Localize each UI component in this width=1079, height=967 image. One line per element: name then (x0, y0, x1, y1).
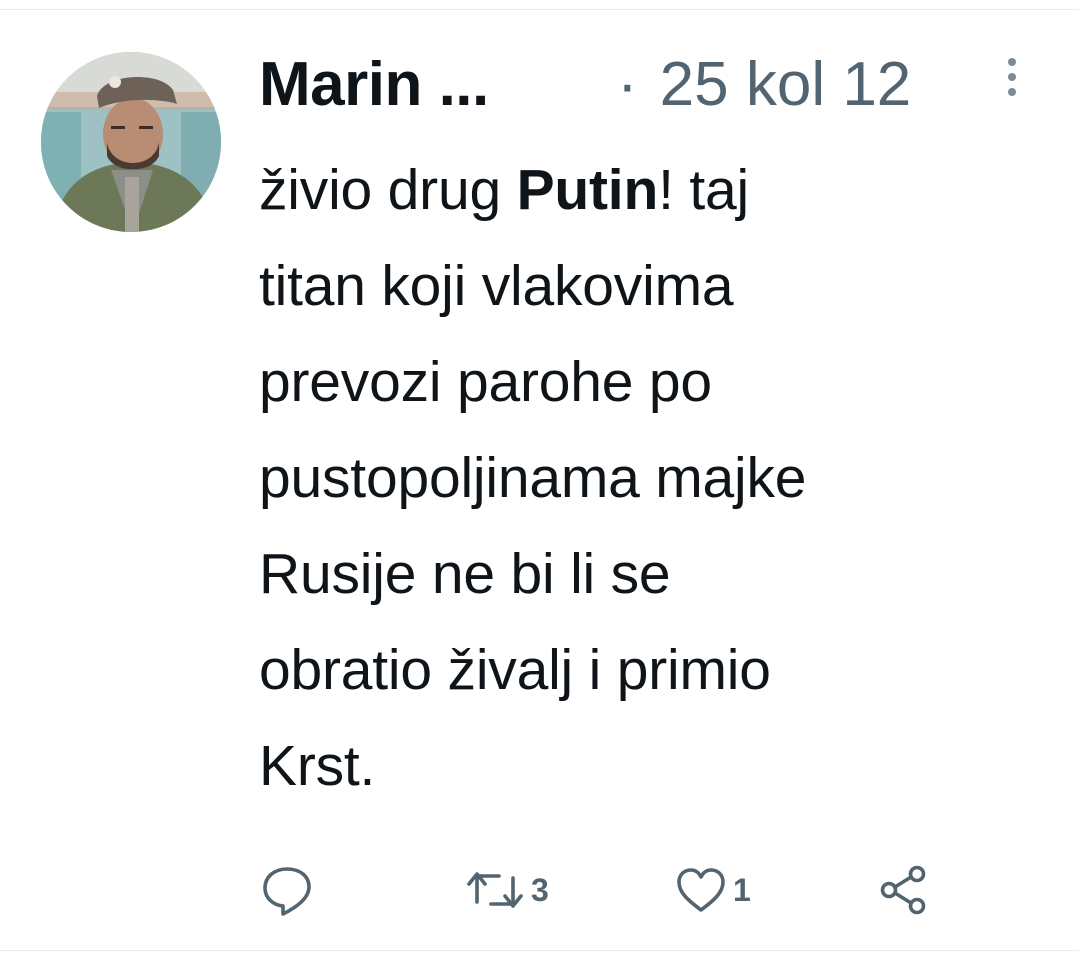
tweet-text-line: Krst. (259, 734, 376, 798)
reply-button[interactable] (259, 858, 319, 922)
mention-bold: Putin (516, 158, 659, 222)
heart-icon (677, 868, 725, 912)
top-divider (0, 9, 1079, 10)
tweet-meta: · 25 kol 12 (617, 40, 911, 130)
avatar[interactable] (41, 52, 221, 232)
retweet-button[interactable]: 3 (463, 858, 549, 922)
speech-bubble-icon (263, 867, 311, 916)
share-nodes-icon (880, 865, 926, 915)
author-name[interactable]: Marin ... (259, 40, 489, 130)
meta-separator: · (617, 50, 638, 119)
tweet-text: živio drug Putin! taj titan koji vlakovi… (259, 142, 1039, 814)
retweet-arrows-icon (467, 872, 523, 908)
tweet-text-line: prevozi parohe po (259, 350, 712, 414)
tweet-text-line: Rusije ne bi li se (259, 542, 671, 606)
bottom-divider (0, 950, 1079, 951)
tweet-text-line: obratio živalj i primio (259, 638, 771, 702)
timestamp[interactable]: 25 kol 12 (660, 50, 912, 119)
like-count: 1 (733, 871, 751, 908)
tweet-actions: 3 1 (259, 858, 979, 922)
tweet-text-line: titan koji vlakovima (259, 254, 734, 318)
avatar-photo (41, 52, 221, 232)
tweet-header: Marin ... · 25 kol 12 (259, 40, 1039, 130)
retweet-count: 3 (531, 871, 549, 908)
share-button[interactable] (875, 858, 931, 922)
vertical-ellipsis-icon[interactable] (1002, 58, 1022, 104)
tweet-text-line: pustopoljinama majke (259, 446, 807, 510)
tweet-text-line: živio drug Putin! taj (259, 158, 749, 222)
like-button[interactable]: 1 (673, 858, 751, 922)
